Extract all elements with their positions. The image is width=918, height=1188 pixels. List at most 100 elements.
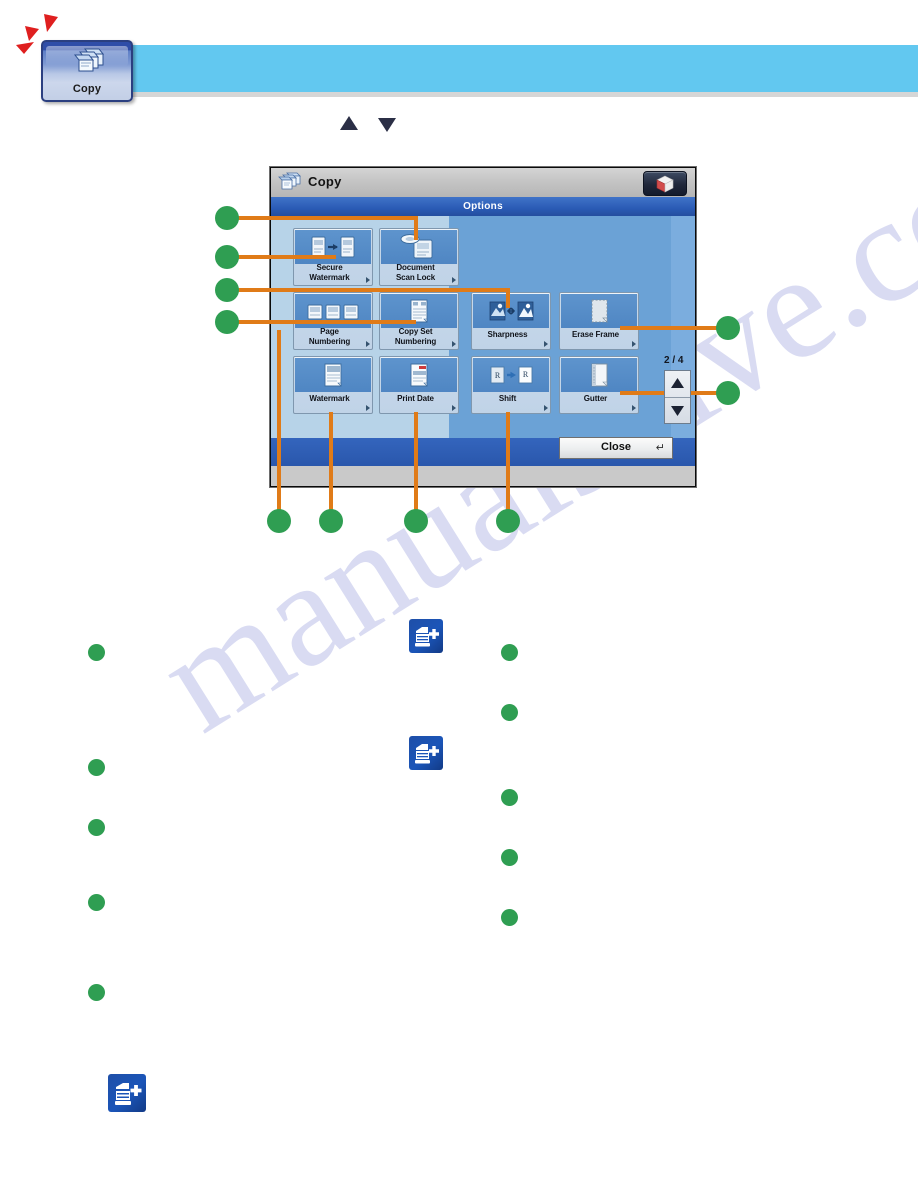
chevron-right-icon — [544, 405, 548, 411]
option-button-sharpness[interactable]: Sharpness — [471, 292, 551, 350]
printer-add-icon — [108, 1074, 146, 1112]
option-label-line1: Page — [320, 327, 339, 336]
printer-add-icon — [409, 619, 443, 653]
option-button-document-scan-lock[interactable]: Document Scan Lock — [379, 228, 459, 286]
callout-dot-page-numbering — [267, 509, 291, 533]
leader-line — [238, 255, 336, 259]
option-label-line1: Copy Set — [398, 327, 433, 336]
chevron-right-icon — [366, 277, 370, 283]
option-label-line1: Print Date — [397, 394, 434, 403]
tab-copy-label: Copy — [72, 83, 102, 95]
scroll-divider — [665, 397, 690, 398]
panel-titlebar: Copy — [271, 168, 695, 197]
chevron-right-icon — [366, 405, 370, 411]
gutter-page-icon — [561, 358, 637, 392]
nav-up-icon — [340, 116, 358, 130]
shift-arrow-icon: R R — [473, 358, 549, 392]
body-callout-dot — [501, 704, 518, 721]
option-button-erase-frame[interactable]: Erase Frame — [559, 292, 639, 350]
nav-down-icon — [378, 118, 396, 132]
panel-base — [271, 466, 695, 486]
body-callout-dot — [501, 849, 518, 866]
body-callout-dot — [88, 984, 105, 1001]
body-callout-dot — [88, 759, 105, 776]
option-label: Erase Frame — [562, 330, 629, 340]
option-label-line2: Watermark — [309, 272, 350, 282]
option-label-line1: Document — [396, 263, 435, 272]
option-label-line1: Secure — [316, 263, 343, 272]
option-label-line2: Scan Lock — [395, 272, 436, 282]
option-label: Page Numbering — [296, 327, 363, 346]
callout-dot-sharpness — [215, 310, 239, 334]
callout-dot-erase-frame — [716, 316, 740, 340]
option-button-watermark[interactable]: Watermark — [293, 356, 373, 414]
enter-arrow-icon: ↵ — [655, 442, 665, 454]
option-label: Watermark — [296, 394, 363, 404]
chevron-right-icon — [452, 341, 456, 347]
option-button-print-date[interactable]: Print Date — [379, 356, 459, 414]
chevron-right-icon — [452, 405, 456, 411]
leader-line — [506, 412, 510, 510]
callout-dot-document-scan-lock — [215, 206, 239, 230]
body-callout-dot — [501, 909, 518, 926]
banner-shadow — [126, 92, 918, 97]
option-label: Print Date — [382, 394, 449, 404]
option-button-gutter[interactable]: Gutter — [559, 356, 639, 414]
option-label-line1: Gutter — [583, 394, 608, 403]
panel-section-title: Options — [271, 197, 695, 216]
option-button-shift[interactable]: R R Shift — [471, 356, 551, 414]
panel-title: Copy — [308, 174, 342, 189]
callout-dot-print-date — [404, 509, 428, 533]
leader-line — [620, 326, 718, 330]
chevron-right-icon — [544, 341, 548, 347]
leader-line — [329, 412, 333, 510]
red-attention-arrows — [14, 12, 68, 60]
option-label: Secure Watermark — [296, 263, 363, 282]
body-callout-dot — [501, 789, 518, 806]
body-callout-dot — [501, 644, 518, 661]
scroll-down-icon — [671, 406, 684, 416]
leader-line — [238, 216, 418, 220]
leader-line — [414, 412, 418, 510]
svg-text:R: R — [523, 370, 529, 379]
copy-stack-icon — [71, 47, 105, 73]
callout-dot-gutter — [716, 381, 740, 405]
page-nav-triangles[interactable] — [336, 112, 406, 136]
page-header-banner — [126, 45, 918, 92]
body-callout-dot — [88, 819, 105, 836]
printer-add-icon — [409, 736, 443, 770]
leader-line — [506, 288, 510, 308]
callout-dot-watermark — [319, 509, 343, 533]
leader-line — [414, 216, 418, 240]
chevron-right-icon — [632, 405, 636, 411]
close-button[interactable]: Close ↵ — [559, 437, 673, 459]
option-label-line2: Numbering — [308, 336, 351, 346]
panel-scroll-arrows[interactable] — [664, 370, 691, 424]
scan-lock-icon — [381, 230, 457, 264]
3d-cube-icon[interactable] — [643, 171, 687, 196]
option-label: Copy Set Numbering — [382, 327, 449, 346]
callout-dot-secure-watermark — [215, 245, 239, 269]
option-label: Gutter — [562, 394, 629, 404]
svg-text:R: R — [495, 371, 501, 380]
option-label-line1: Erase Frame — [572, 330, 619, 339]
option-label-line1: Sharpness — [487, 330, 528, 339]
option-label-line1: Shift — [498, 394, 517, 403]
copy-stack-icon — [278, 172, 302, 192]
callout-dot-shift — [496, 509, 520, 533]
callout-dot-copy-set-numbering — [215, 278, 239, 302]
body-callout-dot — [88, 894, 105, 911]
chevron-right-icon — [452, 277, 456, 283]
chevron-right-icon — [366, 341, 370, 347]
leader-line — [277, 330, 281, 510]
option-label: Sharpness — [474, 330, 541, 340]
option-label: Shift — [474, 394, 541, 404]
erase-frame-icon — [561, 294, 637, 328]
page-indicator: 2 / 4 — [664, 355, 684, 366]
body-callout-dot — [88, 644, 105, 661]
sharpness-compare-icon — [473, 294, 549, 328]
print-date-icon — [381, 358, 457, 392]
leader-line — [238, 320, 416, 324]
watermark-page-icon — [295, 358, 371, 392]
option-label-line1: Watermark — [309, 394, 350, 403]
